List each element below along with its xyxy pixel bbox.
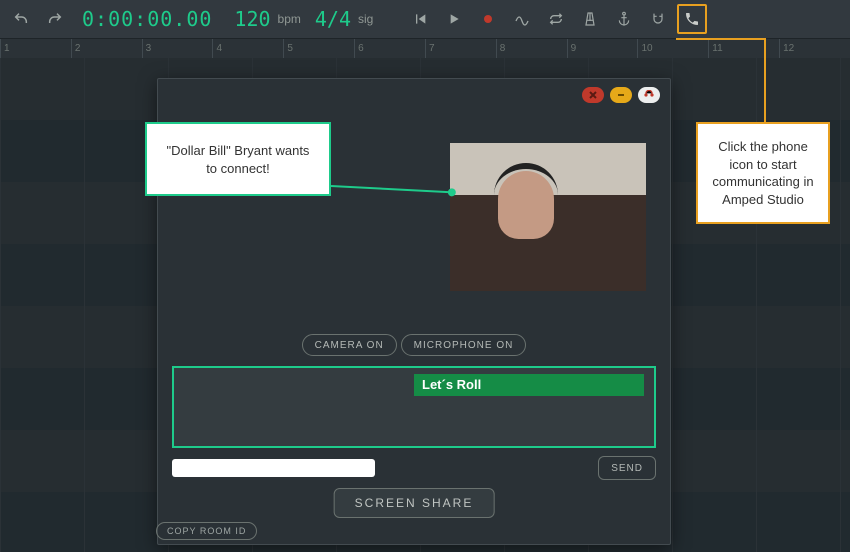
camera-toggle-button[interactable]: CAMERA ON [302, 334, 397, 356]
microphone-toggle-button[interactable]: MICROPHONE ON [401, 334, 527, 356]
ruler-tick: 3 [142, 39, 213, 59]
expand-icon [643, 90, 655, 100]
chat-input-row: SEND [172, 456, 656, 480]
ruler-tick: 1 [0, 39, 71, 59]
minimize-icon [616, 90, 626, 100]
snap-button[interactable] [643, 4, 673, 34]
close-button[interactable] [582, 87, 604, 103]
phone-hint-note: Click the phone icon to start communicat… [696, 122, 830, 224]
undo-icon [13, 11, 29, 27]
minimize-button[interactable] [610, 87, 632, 103]
screen-share-button[interactable]: SCREEN SHARE [334, 488, 495, 518]
time-signature[interactable]: 4/4 [315, 7, 351, 31]
send-button[interactable]: SEND [598, 456, 656, 480]
window-controls [582, 87, 660, 103]
metronome-button[interactable] [575, 4, 605, 34]
timeline-ruler[interactable]: 1 2 3 4 5 6 7 8 9 10 11 12 [0, 39, 850, 60]
ruler-tick: 6 [354, 39, 425, 59]
phone-icon [684, 11, 700, 27]
tempo-unit-label: bpm [275, 12, 311, 26]
chat-log: Let´s Roll [172, 366, 656, 448]
tempo-value[interactable]: 120 [224, 7, 270, 31]
magnet-icon [650, 11, 666, 27]
ruler-tick: 11 [708, 39, 779, 59]
wave-icon [514, 11, 530, 27]
undo-button[interactable] [6, 4, 36, 34]
play-button[interactable] [439, 4, 469, 34]
copy-room-id-button[interactable]: COPY ROOM ID [156, 522, 257, 540]
loop-icon [548, 11, 564, 27]
expand-button[interactable] [638, 87, 660, 103]
record-icon [480, 11, 496, 27]
ruler-tick: 5 [283, 39, 354, 59]
ruler-tick: 9 [567, 39, 638, 59]
time-display[interactable]: 0:00:00.00 [74, 7, 220, 31]
ruler-tick: 4 [212, 39, 283, 59]
media-toggle-row: CAMERA ON MICROPHONE ON [158, 334, 670, 356]
close-icon [588, 90, 598, 100]
remote-video [450, 143, 646, 291]
play-icon [446, 11, 462, 27]
chat-message: Let´s Roll [414, 374, 644, 396]
ruler-tick: 2 [71, 39, 142, 59]
main-toolbar: 0:00:00.00 120 bpm 4/4 sig [0, 0, 850, 39]
redo-icon [47, 11, 63, 27]
ruler-tick: 12 [779, 39, 850, 59]
automation-button[interactable] [507, 4, 537, 34]
go-to-start-button[interactable] [405, 4, 435, 34]
record-button[interactable] [473, 4, 503, 34]
skip-back-icon [412, 11, 428, 27]
ruler-tick: 7 [425, 39, 496, 59]
orange-leader-line [764, 38, 766, 122]
connect-callout: "Dollar Bill" Bryant wants to connect! [145, 122, 331, 196]
anchor-icon [616, 11, 632, 27]
metronome-icon [582, 11, 598, 27]
chat-text-input[interactable] [172, 459, 375, 477]
phone-button[interactable] [677, 4, 707, 34]
loop-button[interactable] [541, 4, 571, 34]
signature-unit-label: sig [355, 12, 383, 26]
anchor-button[interactable] [609, 4, 639, 34]
ruler-tick: 10 [637, 39, 708, 59]
ruler-tick: 8 [496, 39, 567, 59]
redo-button[interactable] [40, 4, 70, 34]
